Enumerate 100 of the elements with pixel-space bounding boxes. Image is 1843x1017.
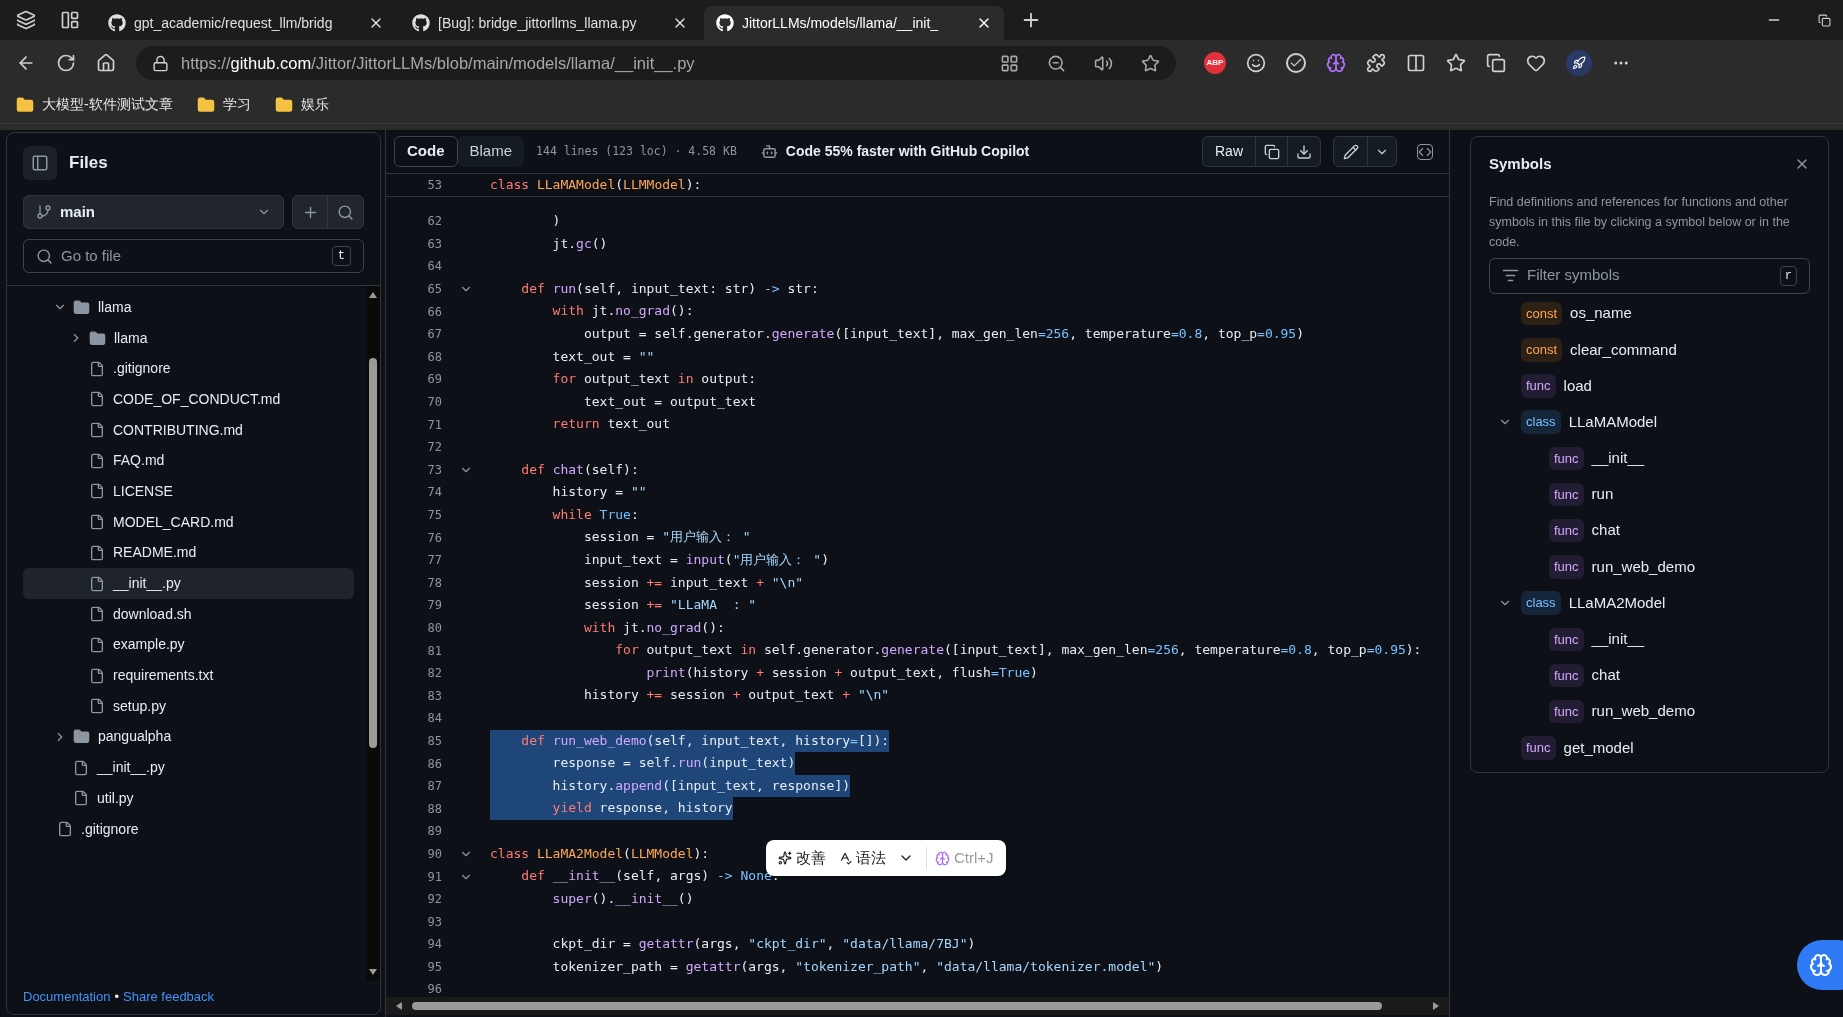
code-line: def chat(self): — [520, 460, 639, 479]
line-number: 94 — [426, 936, 442, 954]
bookmark-folder[interactable]: 大模型-软件测试文章 — [42, 94, 173, 115]
file-name: llama — [98, 297, 132, 317]
code-line: text_out = "" — [551, 347, 655, 366]
file-tree-item[interactable]: requirements.txt — [23, 660, 354, 691]
symbol-name: os_name — [1570, 303, 1632, 324]
symbol-item[interactable]: func run_web_demo — [1489, 548, 1810, 585]
brain-icon — [1809, 953, 1833, 977]
file-tree-item[interactable]: llama — [23, 292, 354, 323]
branch-selector[interactable]: main — [23, 195, 284, 229]
browser-tab[interactable]: [Bug]: bridge_jittorllms_llama.py — [400, 6, 700, 40]
extensions-icon[interactable] — [1366, 53, 1386, 73]
bookmark-folder[interactable]: 学习 — [222, 94, 251, 115]
brain-icon — [935, 850, 950, 866]
view-tab[interactable]: Code — [394, 136, 458, 167]
symbol-item[interactable]: func load — [1489, 367, 1810, 405]
file-tree-item[interactable]: example.py — [23, 629, 354, 661]
symbol-name: chat — [1591, 520, 1620, 541]
code-line: print(history + session + output_text, flush=True) — [645, 663, 1038, 682]
filter-symbols-field[interactable]: Filter symbols r — [1489, 257, 1810, 294]
horizontal-scrollbar[interactable] — [386, 997, 1449, 1015]
file-icon — [89, 422, 105, 439]
file-tree-item[interactable]: MODEL_CARD.md — [23, 506, 354, 538]
file-tree-item[interactable]: CONTRIBUTING.md — [23, 414, 354, 446]
line-number: 83 — [426, 687, 442, 705]
documentation-link[interactable]: Documentation — [23, 986, 111, 1006]
home-icon[interactable] — [96, 53, 116, 73]
scrollbar[interactable] — [366, 286, 380, 981]
line-number: 86 — [426, 755, 442, 773]
symbol-kind-label: func — [1549, 555, 1584, 579]
symbol-item[interactable]: func chat — [1489, 512, 1810, 549]
file-tree-item[interactable]: .gitignore — [23, 353, 354, 385]
symbol-item[interactable]: func chat — [1489, 657, 1810, 694]
line-number: 84 — [426, 710, 442, 728]
file-tree-item[interactable]: setup.py — [23, 690, 354, 722]
symbol-item[interactable]: func run_web_demo — [1489, 693, 1810, 730]
symbol-kind-label: const — [1521, 301, 1563, 326]
line-number: 65 — [426, 281, 442, 299]
symbol-item[interactable]: func __init__ — [1489, 621, 1810, 658]
browser-tab[interactable]: JittorLLMs/models/llama/__init_ — [704, 6, 1004, 40]
symbol-item[interactable]: func __init__ — [1489, 440, 1810, 477]
scroll-down-icon[interactable] — [368, 966, 378, 977]
scroll-up-icon[interactable] — [368, 290, 378, 300]
symbol-kind-label: func — [1549, 482, 1584, 507]
file-tree-item[interactable]: .gitignore — [23, 813, 354, 845]
file-icon — [89, 636, 105, 653]
view-tab[interactable]: Blame — [457, 136, 525, 167]
spell-check-icon — [838, 851, 852, 865]
scroll-left-icon[interactable] — [394, 1001, 404, 1011]
file-name: CODE_OF_CONDUCT.md — [113, 389, 281, 409]
code-line: output = self.generator.generate([input_text], max_gen_len=256, temperature=0.8, top_p=0.95) — [582, 324, 1305, 343]
file-icon — [89, 391, 105, 408]
collapse-sidebar-button[interactable] — [23, 146, 57, 180]
symbol-name: load — [1563, 375, 1592, 396]
address-bar[interactable]: https://github.com/Jittor/JittorLLMs/blob/main/models/llama/__init__.py — [136, 46, 1176, 80]
line-number: 81 — [426, 642, 442, 660]
ad-block-extension-icon[interactable]: ABP — [1204, 52, 1226, 74]
file-tree-item[interactable]: pangualpha — [23, 721, 354, 753]
restore-icon[interactable] — [1818, 13, 1831, 27]
grammar-button[interactable]: 语法 — [838, 846, 886, 870]
zoom-out-icon[interactable] — [1047, 53, 1066, 73]
symbol-item[interactable]: func run — [1489, 476, 1810, 513]
symbol-item[interactable]: class LLaMAModel — [1489, 404, 1810, 441]
code-line: super().__init__() — [551, 889, 694, 908]
symbol-name: __init__ — [1591, 629, 1645, 650]
feedback-link[interactable]: Share feedback — [123, 986, 215, 1006]
file-tree-item[interactable]: util.py — [23, 783, 354, 814]
improve-button[interactable]: 改善 — [778, 846, 826, 870]
symbol-item[interactable]: func get_model — [1489, 729, 1810, 766]
code-line: ) — [551, 212, 561, 230]
file-tree-item[interactable]: download.sh — [23, 598, 354, 630]
folder-icon — [73, 298, 90, 316]
profile-avatar[interactable] — [1566, 50, 1592, 76]
copilot-promo[interactable]: Code 55% faster with GitHub Copilot — [785, 141, 1030, 162]
favorites-icon[interactable] — [1446, 53, 1466, 73]
symbol-item[interactable]: const clear_command — [1489, 331, 1810, 368]
speaker-icon[interactable] — [1094, 53, 1113, 73]
symbol-item[interactable]: class LLaMA2Model — [1489, 585, 1810, 622]
split-screen-icon[interactable] — [1406, 53, 1426, 73]
apps-icon[interactable] — [1000, 53, 1019, 73]
file-tree-item[interactable]: llama — [23, 322, 354, 354]
line-number: 91 — [426, 868, 442, 886]
file-icon — [57, 821, 73, 838]
file-tree-item[interactable]: FAQ.md — [23, 445, 354, 477]
browser-tab[interactable]: gpt_academic/request_llm/bridg — [96, 6, 396, 40]
reload-icon[interactable] — [56, 53, 76, 73]
file-name: setup.py — [113, 696, 166, 716]
scroll-right-icon[interactable] — [1431, 1001, 1441, 1011]
brain-icon[interactable] — [1326, 53, 1346, 73]
bookmark-folder[interactable]: 娱乐 — [300, 94, 329, 115]
file-tree-item[interactable]: CODE_OF_CONDUCT.md — [23, 384, 354, 415]
file-tree-item[interactable]: README.md — [23, 537, 354, 569]
file-tree-item[interactable]: __init__.py — [23, 752, 354, 783]
file-tree-item[interactable]: __init__.py — [23, 568, 354, 599]
file-tree-item[interactable]: LICENSE — [23, 476, 354, 507]
favorite-icon[interactable] — [1141, 53, 1160, 73]
go-to-file-field[interactable]: Go to file t — [23, 239, 364, 273]
symbol-item[interactable]: const os_name — [1489, 295, 1810, 332]
file-icon — [89, 667, 105, 684]
